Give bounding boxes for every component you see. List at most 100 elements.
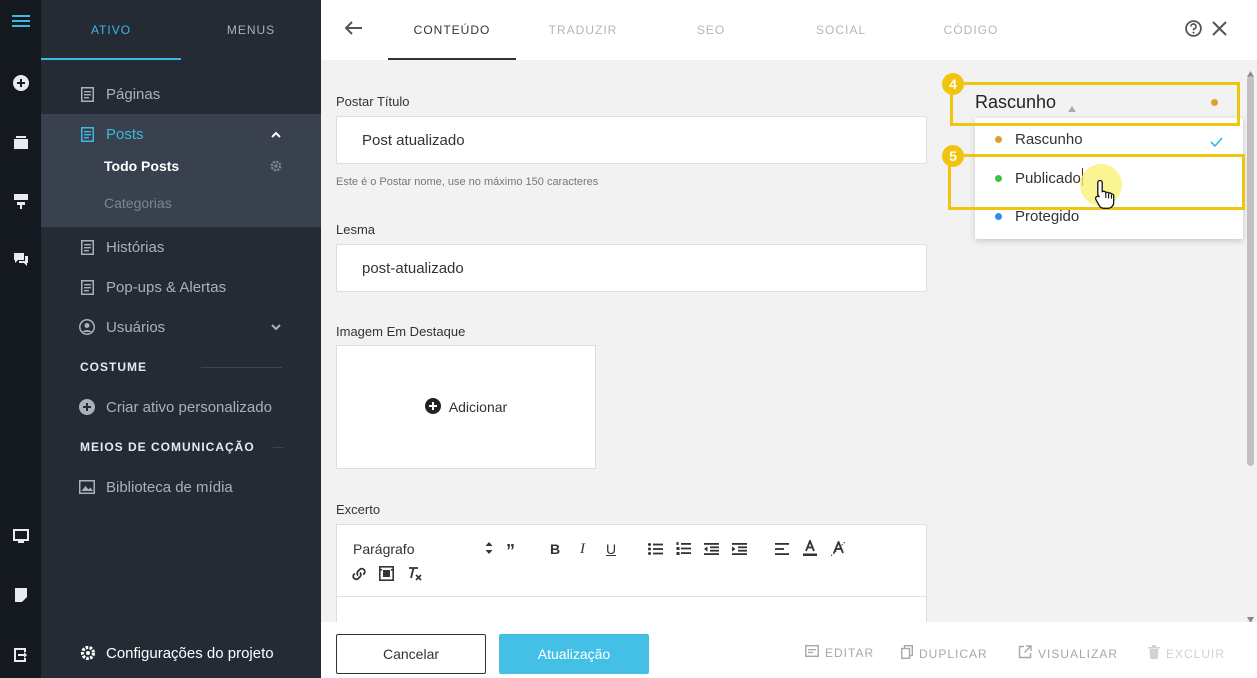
preview-action[interactable]: VISUALIZAR: [1018, 645, 1118, 662]
sidebar-subitem-todo-posts[interactable]: Todo Posts: [41, 156, 321, 176]
post-title-hint: Este é o Postar nome, use no máximo 150 …: [336, 176, 599, 188]
callout-number-4: 4: [942, 73, 964, 95]
content-scrollbar[interactable]: [1244, 60, 1257, 623]
delete-action[interactable]: EXCLUIR: [1148, 645, 1225, 662]
post-title-label: Postar Título: [336, 94, 410, 109]
gear-icon[interactable]: [269, 159, 283, 173]
tab-traduzir[interactable]: TRADUZIR: [528, 0, 638, 60]
logout-icon[interactable]: [0, 640, 41, 670]
sidebar-item-popups[interactable]: Pop-ups & Alertas: [41, 277, 321, 297]
edit-action[interactable]: EDITAR: [804, 644, 874, 660]
sidebar-tab-menus[interactable]: MENUS: [181, 0, 321, 60]
external-link-icon: [1018, 645, 1032, 662]
trash-icon: [1148, 645, 1160, 662]
paragraph-format-select[interactable]: Parágrafo: [353, 541, 414, 557]
blockquote-icon[interactable]: ”: [506, 541, 515, 562]
delete-action-label: EXCLUIR: [1166, 646, 1226, 661]
tab-social[interactable]: SOCIAL: [791, 0, 891, 60]
sidebar-item-label: Pop-ups & Alertas: [106, 278, 227, 296]
bold-icon[interactable]: B: [550, 541, 560, 557]
sidebar-item-label: Criar ativo personalizado: [106, 398, 272, 416]
posts-expanded: Posts Todo Posts Categorias: [41, 114, 321, 227]
tab-conteudo[interactable]: CONTEÚDO: [388, 0, 516, 60]
chevron-up-icon[interactable]: [269, 127, 283, 141]
editor-toolbar-divider: [337, 596, 926, 597]
slug-label: Lesma: [336, 222, 376, 237]
update-button[interactable]: Atualização: [499, 634, 649, 674]
format-select-arrows-icon[interactable]: [485, 542, 493, 554]
section-divider: [201, 367, 282, 368]
tab-seo[interactable]: SEO: [661, 0, 761, 60]
preview-action-label: VISUALIZAR: [1038, 646, 1119, 661]
sidebar-tab-ativo[interactable]: ATIVO: [41, 0, 181, 60]
bullet-list-icon[interactable]: [648, 543, 663, 555]
numbered-list-icon[interactable]: [676, 542, 691, 555]
page-icon: [79, 279, 95, 295]
slug-input[interactable]: post-atualizado: [336, 244, 927, 292]
outdent-icon[interactable]: [704, 543, 719, 555]
edit-icon: [804, 644, 820, 660]
sidebar-subitem-categorias[interactable]: Categorias: [41, 193, 321, 213]
sidebar-item-paginas[interactable]: Páginas: [41, 84, 321, 104]
duplicate-action[interactable]: DUPLICAR: [900, 644, 988, 662]
image-icon: [79, 479, 95, 495]
user-icon: [79, 319, 95, 335]
editor-topbar: CONTEÚDO TRADUZIR SEO SOCIAL CÓDIGO: [321, 0, 1257, 60]
page-icon: [79, 239, 95, 255]
link-icon[interactable]: [351, 566, 367, 582]
sidebar-item-posts[interactable]: Posts: [41, 124, 321, 144]
note-icon[interactable]: [0, 580, 41, 610]
tab-codigo[interactable]: CÓDIGO: [921, 0, 1021, 60]
italic-icon[interactable]: I: [580, 541, 585, 558]
cancel-button[interactable]: Cancelar: [336, 634, 486, 674]
align-left-icon[interactable]: [775, 543, 789, 555]
scroll-thumb[interactable]: [1247, 76, 1254, 466]
duplicate-icon: [900, 644, 914, 662]
sidebar-item-label: Páginas: [106, 85, 161, 103]
indent-icon[interactable]: [732, 543, 747, 555]
icon-rail: [0, 0, 41, 678]
duplicate-action-label: DUPLICAR: [919, 646, 988, 661]
monitor-icon[interactable]: [0, 521, 41, 551]
text-color-icon[interactable]: [803, 540, 817, 556]
sidebar-item-historias[interactable]: Histórias: [41, 237, 321, 257]
layers-icon[interactable]: [0, 127, 41, 157]
project-settings-label: Configurações do projeto: [106, 645, 274, 662]
excerpt-editor[interactable]: Parágrafo ” B I U: [336, 524, 927, 622]
close-icon[interactable]: [1212, 21, 1227, 41]
back-arrow-icon[interactable]: [344, 21, 362, 40]
status-option-label: Rascunho: [1015, 131, 1083, 148]
underline-icon[interactable]: U: [606, 541, 616, 557]
add-circle-icon: [424, 397, 441, 417]
callout-number-5: 5: [942, 145, 964, 167]
sidebar-subitem-label: Todo Posts: [104, 158, 180, 174]
comments-icon[interactable]: [0, 244, 41, 274]
checkmark-icon: [1210, 134, 1223, 151]
sidebar-item-label: Biblioteca de mídia: [106, 478, 233, 496]
callout-box-4: [950, 82, 1240, 126]
sidebar-tabs: ATIVO MENUS: [41, 0, 321, 60]
help-icon[interactable]: [1185, 20, 1202, 42]
status-option-label: Protegido: [1015, 208, 1080, 225]
status-dot: [995, 136, 1002, 143]
video-icon[interactable]: [379, 566, 394, 581]
clear-formatting-icon[interactable]: [407, 566, 423, 582]
section-divider: [273, 447, 283, 448]
project-settings[interactable]: Configurações do projeto: [41, 628, 321, 678]
posts-icon: [79, 126, 95, 142]
add-circle-icon[interactable]: [0, 68, 41, 98]
excerpt-label: Excerto: [336, 502, 381, 517]
sidebar-item-criar-ativo[interactable]: Criar ativo personalizado: [41, 397, 321, 417]
chevron-down-icon[interactable]: [269, 320, 283, 334]
hand-pointer-icon: [1093, 178, 1119, 217]
background-color-icon[interactable]: [831, 541, 846, 556]
post-title-input[interactable]: Post atualizado: [336, 116, 927, 164]
hamburger-menu-icon[interactable]: [0, 6, 41, 36]
sidebar-subitem-label: Categorias: [104, 195, 172, 211]
components-icon[interactable]: [0, 186, 41, 216]
featured-image-dropzone[interactable]: Adicionar: [336, 345, 596, 469]
sidebar-item-biblioteca[interactable]: Biblioteca de mídia: [41, 477, 321, 497]
section-title-costume: COSTUME: [80, 360, 147, 374]
sidebar-item-label: Histórias: [106, 238, 165, 256]
sidebar-item-usuarios[interactable]: Usuários: [41, 317, 321, 337]
